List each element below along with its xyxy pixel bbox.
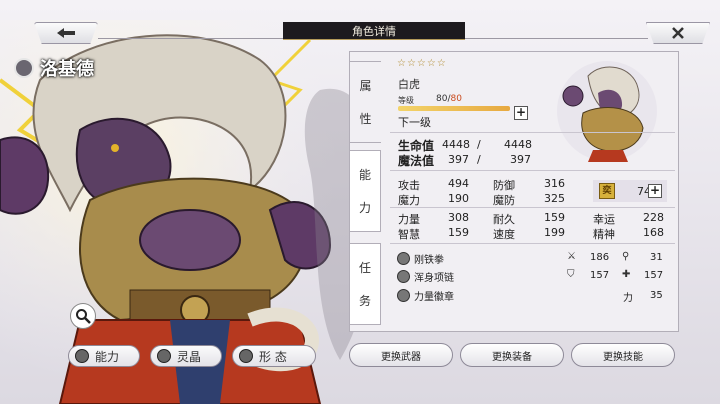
equip-power-value: 35 [650, 290, 663, 301]
hero-portrait [557, 61, 657, 162]
badge-icon [397, 289, 410, 302]
wisdom-label: 智慧 [398, 228, 420, 241]
attack-label: 攻击 [398, 179, 420, 192]
attack-value: 494 [448, 177, 469, 190]
side-tab-attribute-char2: 性 [359, 111, 372, 126]
level-label: 等级 [398, 96, 414, 105]
level-up-button[interactable]: + [514, 106, 528, 120]
mp-max: 397 [510, 153, 531, 166]
gold-icon: 奕 [599, 183, 615, 199]
side-tab-attribute[interactable]: 属 性 [349, 61, 381, 143]
mp-sep: / [477, 153, 481, 166]
divider [390, 207, 675, 208]
divider [390, 170, 675, 171]
hero-name: 洛基德 [14, 55, 94, 81]
mp-current: 397 [448, 153, 469, 166]
level-value: 80/80 [436, 94, 462, 104]
gold-add-button[interactable]: + [648, 184, 662, 198]
divider [390, 132, 675, 133]
star-rating: ☆☆☆☆☆ [397, 58, 447, 69]
back-arrow-icon [57, 28, 75, 38]
change-gear-button[interactable]: 更换装备 [460, 343, 564, 367]
speed-value: 199 [544, 226, 565, 239]
key-value: 31 [650, 252, 663, 263]
change-weapon-button[interactable]: 更换武器 [349, 343, 453, 367]
side-tab-ability[interactable]: 能 力 [349, 150, 381, 232]
mp-label: 魔法值 [398, 154, 435, 168]
cross-value: 157 [644, 270, 664, 281]
ability-icon [75, 349, 89, 363]
magic-value: 190 [448, 192, 469, 205]
tab-crystal-label: 灵晶 [177, 349, 202, 364]
equip-slot-weapon[interactable]: 刚铁拳 [397, 251, 444, 266]
sword-icon: ⚔ [567, 251, 576, 262]
side-tab-ability-char2: 力 [358, 200, 371, 215]
level-max: 80 [450, 94, 462, 104]
form-icon [239, 349, 253, 363]
defense-value: 316 [544, 177, 565, 190]
level-progress-bar [398, 106, 510, 111]
stamina-value: 159 [544, 211, 565, 224]
necklace-icon [397, 270, 410, 283]
magnifier-icon [76, 309, 91, 324]
spirit-label: 精神 [593, 228, 615, 241]
key-icon: ⚲ [622, 251, 630, 262]
side-tab-ability-char1: 能 [358, 168, 371, 183]
power-label: 力量 [398, 213, 420, 226]
tab-form-label: 形 态 [259, 349, 287, 364]
side-tab-task[interactable]: 任 务 [349, 243, 381, 325]
mdef-value: 325 [544, 192, 565, 205]
wisdom-value: 159 [448, 226, 469, 239]
race-label: 白虎 [398, 78, 420, 91]
next-level-label: 下一级 [398, 116, 431, 129]
tab-form[interactable]: 形 态 [232, 345, 316, 367]
zoom-button[interactable] [70, 303, 96, 329]
shield-icon: ⛉ [567, 269, 575, 280]
fist-icon [397, 252, 410, 265]
equip-slot-necklace[interactable]: 浑身项链 [397, 269, 454, 284]
side-tab-task-char1: 任 [358, 261, 371, 276]
page-title: 角色详情 [283, 22, 465, 40]
equip-slot-badge[interactable]: 力量徽章 [397, 288, 454, 303]
spirit-value: 168 [643, 226, 664, 239]
shield-value: 157 [590, 270, 610, 281]
magic-label: 魔力 [398, 194, 420, 207]
equip-power-label: 力 [623, 293, 633, 304]
divider [390, 243, 675, 244]
hero-name-text: 洛基德 [40, 59, 94, 80]
back-button[interactable] [34, 22, 98, 44]
power-value: 308 [448, 211, 469, 224]
equip-weapon-name: 刚铁拳 [414, 255, 444, 266]
luck-value: 228 [643, 211, 664, 224]
side-tab-task-char2: 务 [358, 293, 371, 308]
defense-label: 防御 [493, 179, 515, 192]
mdef-label: 魔防 [493, 194, 515, 207]
equip-necklace-name: 浑身项链 [414, 273, 454, 284]
level-current: 80 [436, 94, 448, 104]
hp-max: 4448 [504, 138, 532, 151]
close-x-icon [672, 27, 684, 39]
character-detail-screen: 角色详情 洛基德 能力 灵晶 形 态 属 性 能 力 任 务 ☆☆☆☆☆ 白虎 … [0, 0, 720, 404]
close-button[interactable] [646, 22, 710, 44]
luck-label: 幸运 [593, 213, 615, 226]
equip-badge-name: 力量徽章 [414, 292, 454, 303]
hp-sep: / [477, 138, 481, 151]
element-icon [14, 58, 34, 78]
change-skill-button[interactable]: 更换技能 [571, 343, 675, 367]
side-tab-attribute-char1: 属 [359, 79, 372, 94]
cross-shield-icon: ✚ [622, 269, 631, 280]
sword-value: 186 [590, 252, 610, 263]
tab-ability-label: 能力 [95, 349, 120, 364]
tab-crystal[interactable]: 灵晶 [150, 345, 222, 367]
level-progress-fill [398, 106, 510, 111]
hp-current: 4448 [442, 138, 470, 151]
crystal-icon [157, 349, 171, 363]
tab-ability[interactable]: 能力 [68, 345, 140, 367]
speed-label: 速度 [493, 228, 515, 241]
stamina-label: 耐久 [493, 213, 515, 226]
